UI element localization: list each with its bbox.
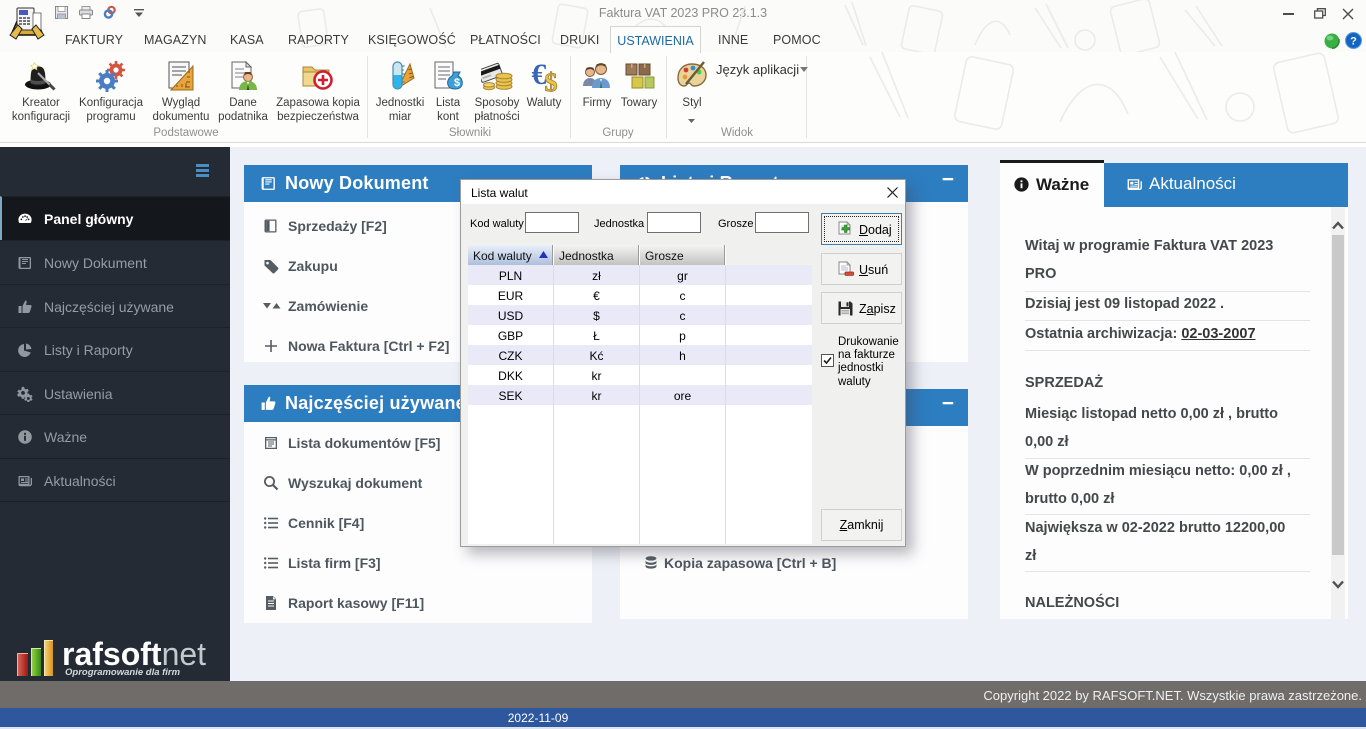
svg-text:$: $ <box>545 68 558 92</box>
svg-text:$: $ <box>454 77 460 89</box>
svg-text:?: ? <box>1350 36 1357 48</box>
